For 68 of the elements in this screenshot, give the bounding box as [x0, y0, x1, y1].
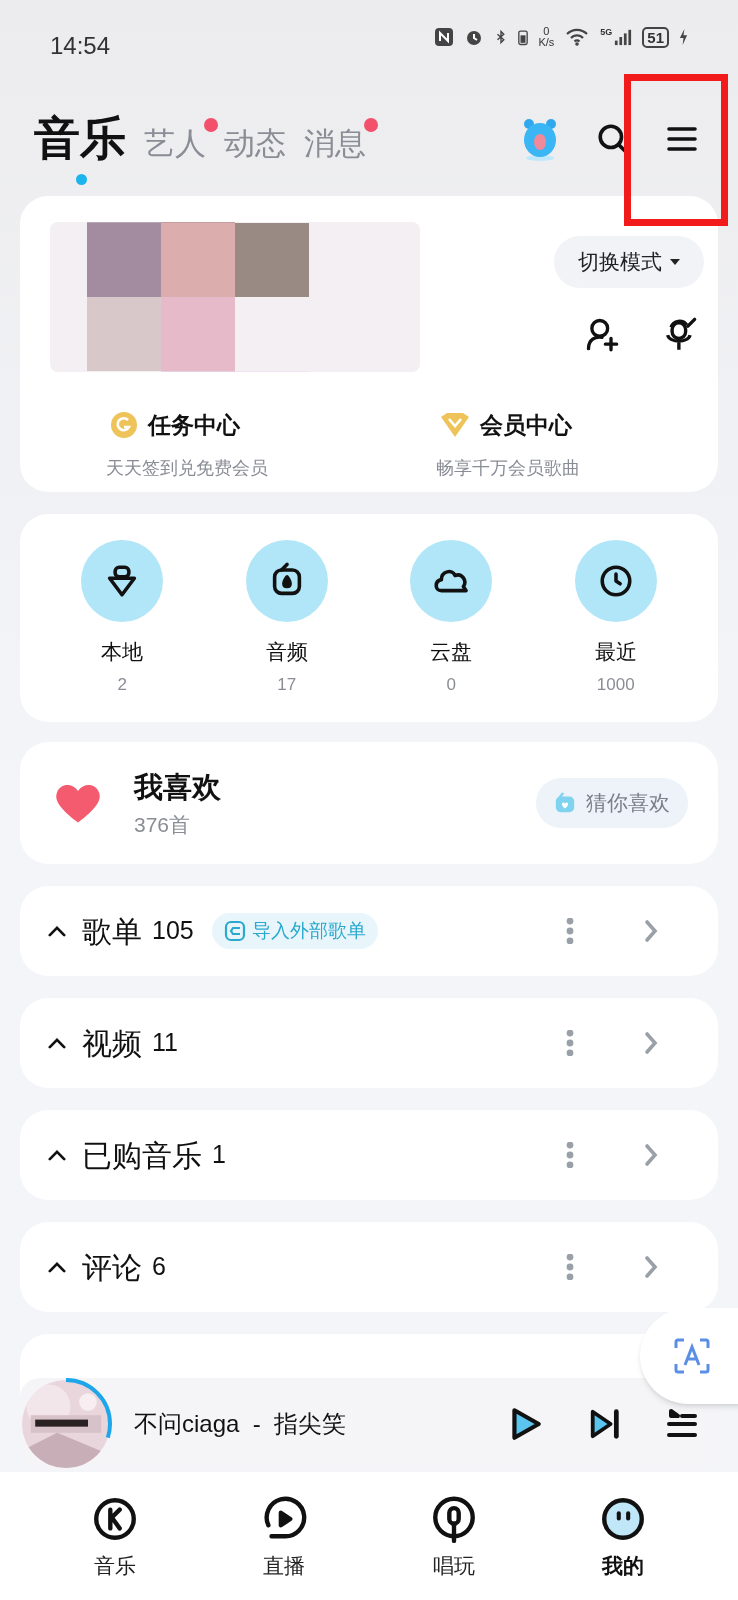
import-icon: [223, 920, 246, 942]
section-count: 11: [152, 1027, 178, 1059]
heart-icon: [54, 782, 102, 824]
section-row[interactable]: 视频 11: [20, 998, 718, 1088]
signal-icon: [614, 27, 633, 47]
link-subtitle: 畅享千万会员歌曲: [436, 456, 580, 480]
section-count: 6: [152, 1251, 166, 1283]
chevron-right-icon[interactable]: [644, 1143, 658, 1167]
caret-icon: [670, 259, 680, 265]
shortcut-count: 17: [277, 673, 297, 696]
battery-level: 51: [642, 26, 669, 48]
nfc-icon: [434, 27, 455, 47]
section-title: 视频: [82, 1025, 142, 1062]
coin-icon: [110, 411, 138, 440]
net-speed-value: 0: [543, 26, 550, 37]
link-title: 会员中心: [480, 411, 572, 440]
link-subtitle: 天天签到兑免费会员: [106, 456, 269, 480]
shortcut-item[interactable]: 本地 2: [57, 540, 188, 722]
shortcut-item[interactable]: 音频 17: [221, 540, 352, 722]
more-icon[interactable]: [566, 1030, 574, 1056]
collapse-caret-icon[interactable]: [48, 1037, 66, 1049]
add-user-icon[interactable]: [584, 316, 620, 352]
tab[interactable]: 音乐: [34, 115, 126, 163]
shortcut-count: 0: [446, 673, 456, 696]
chevron-right-icon[interactable]: [644, 1031, 658, 1055]
shortcut-item[interactable]: 最近 1000: [550, 540, 681, 722]
link-title: 任务中心: [148, 411, 240, 440]
charging-icon: [679, 28, 688, 46]
section-row[interactable]: 已购音乐 1: [20, 1110, 718, 1200]
shortcut-count: 2: [117, 673, 127, 696]
clock: 14:54: [50, 31, 111, 61]
collapse-caret-icon[interactable]: [48, 1261, 66, 1273]
next-icon[interactable]: [588, 1407, 622, 1441]
section-row[interactable]: 评论 6: [20, 1222, 718, 1312]
liked-title: 我喜欢: [134, 769, 221, 805]
collapse-caret-icon[interactable]: [48, 1149, 66, 1161]
section-row[interactable]: 歌单 105 导入外部歌单: [20, 886, 718, 976]
shortcut-label: 最近: [594, 639, 637, 665]
section-count: 105: [152, 915, 194, 947]
more-icon[interactable]: [566, 1254, 574, 1280]
section-title: 评论: [82, 1249, 142, 1286]
diamond-icon: [440, 413, 470, 438]
shortcut-label: 本地: [101, 639, 144, 665]
switch-mode-button[interactable]: 切换模式: [554, 236, 704, 288]
network-type: 5G: [600, 26, 613, 39]
net-speed-unit: K/s: [538, 37, 555, 48]
nav-item[interactable]: 音乐: [54, 1494, 175, 1600]
shortcut-label: 音频: [265, 639, 308, 665]
shortcut-count: 1000: [596, 673, 635, 696]
collapse-caret-icon[interactable]: [48, 925, 66, 937]
playlist-icon[interactable]: [666, 1408, 698, 1440]
more-icon[interactable]: [566, 918, 574, 944]
more-icon[interactable]: [566, 1142, 574, 1168]
scan-text-icon: [672, 1336, 712, 1376]
guess-you-like-button[interactable]: 猜你喜欢: [536, 778, 688, 828]
radio-heart-icon: [554, 792, 576, 814]
nav-item[interactable]: 我的: [563, 1494, 684, 1600]
section-title: 已购音乐: [82, 1137, 202, 1174]
chevron-right-icon[interactable]: [644, 1255, 658, 1279]
now-playing-title: 不问ciaga - 指尖笑: [134, 1409, 347, 1439]
nav-item[interactable]: 唱玩: [393, 1494, 514, 1600]
liked-count: 376首: [134, 812, 192, 838]
section-count: 1: [212, 1139, 226, 1171]
section-title: 歌单: [82, 913, 142, 950]
nav-item[interactable]: 直播: [224, 1494, 345, 1600]
chevron-right-icon[interactable]: [644, 919, 658, 943]
shortcut-label: 云盘: [430, 639, 473, 665]
shortcut-item[interactable]: 云盘 0: [386, 540, 517, 722]
